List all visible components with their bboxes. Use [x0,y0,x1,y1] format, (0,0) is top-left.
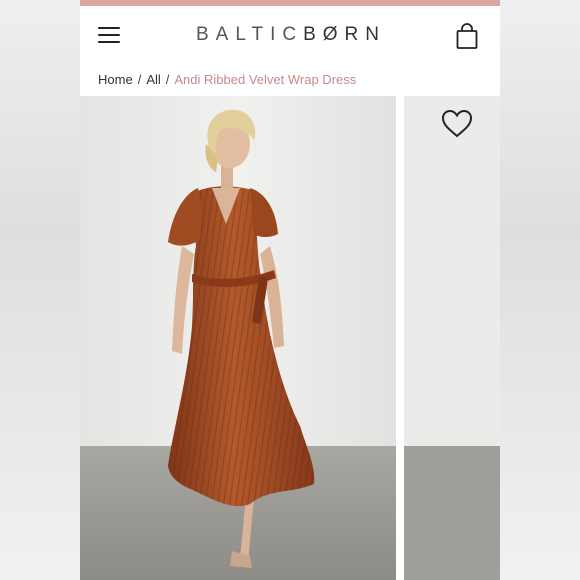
breadcrumb-home[interactable]: Home [98,72,133,87]
brand-logo[interactable]: BALTICBØRN [176,24,406,46]
site-header: BALTICBØRN [80,6,500,64]
product-main-image[interactable] [80,96,396,580]
breadcrumb-separator: / [165,72,170,87]
mobile-page: BALTICBØRN Home / All / Andi Ribbed Velvet W… [80,0,500,580]
product-secondary-image[interactable] [404,96,500,580]
shopping-bag-icon[interactable] [454,22,480,50]
backdrop-right [500,0,580,580]
hamburger-menu-icon[interactable] [98,26,122,44]
breadcrumb: Home / All / Andi Ribbed Velvet Wrap Dress [98,72,356,87]
backdrop-left [0,0,80,580]
breadcrumb-separator: / [137,72,142,87]
heart-icon[interactable] [440,108,474,140]
breadcrumb-all[interactable]: All [146,72,160,87]
brand-logo-prefix: BALTIC [195,24,304,45]
brand-logo-suffix: BØRN [303,24,386,45]
breadcrumb-current: Andi Ribbed Velvet Wrap Dress [174,72,357,87]
